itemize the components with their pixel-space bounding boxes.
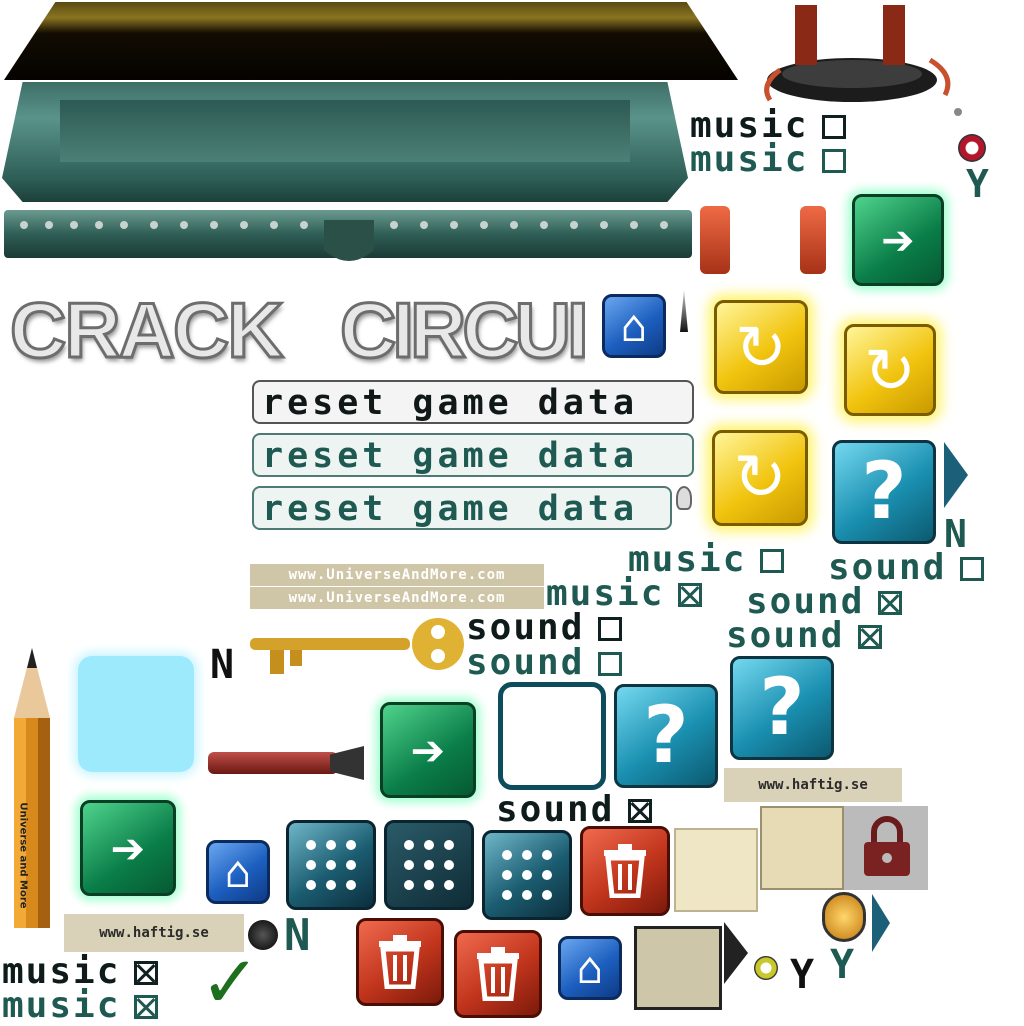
yes-letter: Y [966,162,989,206]
key-icon [250,618,464,674]
replay-button-3[interactable]: ↻ [712,430,808,526]
sound-toggle-4[interactable]: sound [466,610,623,646]
no-letter: N [284,910,311,961]
reset-game-data-button-teal[interactable]: reset game data [252,433,694,477]
home-icon: ⌂ [576,942,604,994]
pin-icon [680,290,688,332]
toggle-knob-yellow-icon [754,956,778,980]
next-arrow-button-left[interactable]: ➔ [80,800,176,896]
checkbox-unchecked-icon [822,115,847,139]
yes-letter: Y [790,952,815,998]
home-icon: ⌂ [224,846,252,898]
delete-button-3[interactable] [454,930,542,1018]
help-button-2[interactable]: ? [614,684,718,788]
music-toggle-2[interactable]: music [690,139,847,180]
music-toggle-6[interactable]: music [2,985,159,1026]
toggle-knob-red-icon [958,134,986,162]
green-tray-inner [60,100,630,162]
title-circuit: CIRCUIT [340,285,585,376]
delete-button-2[interactable] [356,918,444,1006]
checkbox-unchecked-icon [822,149,847,173]
checkbox-checked-icon [134,961,159,985]
beige-tile-3 [634,926,722,1010]
sound-label: sound [496,789,615,830]
sound-label: sound [466,642,585,683]
arrow-right-icon: ➔ [110,814,146,882]
checkbox-checked-icon [878,591,903,615]
sound-toggle-3[interactable]: sound [726,615,883,656]
reset-game-data-button-dark[interactable]: reset game data [252,380,694,424]
music-label: music [2,985,121,1026]
switch-base-icon [764,5,951,102]
dice-button-1[interactable] [286,820,376,910]
watermark-haftig-1: www.haftig.se [724,768,902,802]
checkbox-unchecked-icon [598,617,623,641]
empty-slot-tile [498,682,606,790]
dice-dots-icon [404,840,454,890]
refresh-icon: ↻ [735,310,787,384]
lightbulb-icon [676,486,692,510]
question-icon: ? [643,691,689,781]
highlight-tile [78,656,194,772]
dice-button-3[interactable] [482,830,572,920]
dice-dots-icon [502,850,552,900]
lever-cap-icon [330,746,364,780]
reset-game-data-button-small[interactable]: reset game data [252,486,672,530]
delete-button-1[interactable] [580,826,670,916]
next-arrow-button-mid[interactable]: ➔ [380,702,476,798]
no-letter: N [210,642,235,688]
home-icon: ⌂ [620,300,648,352]
checkbox-unchecked-icon [760,549,785,573]
next-arrow-button-glow[interactable]: ➔ [852,194,944,286]
dark-tray-panel [4,2,738,80]
question-icon: ? [759,663,805,753]
watermark-universe-2: www.UniverseAndMore.com [250,587,544,609]
checkbox-checked-icon [858,625,883,649]
question-icon: ? [861,447,907,537]
home-button-small[interactable]: ⌂ [602,294,666,358]
checkbox-unchecked-icon [960,557,985,581]
triangle-right-icon [724,922,748,984]
yes-letter: Y [830,942,855,988]
sound-label: sound [726,615,845,656]
refresh-icon: ↻ [864,333,916,407]
refresh-icon: ↻ [733,441,787,515]
title-crack: CRACK [9,285,286,376]
dot-icon [954,108,962,116]
triangle-right-icon [944,442,968,508]
lock-icon [864,816,910,876]
sound-toggle-5[interactable]: sound [466,642,623,683]
replay-button-2[interactable]: ↻ [844,324,936,416]
beige-tile-1 [674,828,758,912]
checkbox-unchecked-icon [598,652,623,676]
pencil-text: Universe and More [17,802,29,909]
triangle-right-icon [872,894,890,952]
dice-dots-icon [306,840,356,890]
watermark-universe-1: www.UniverseAndMore.com [250,564,544,586]
checkbox-checked-icon [628,799,653,823]
trash-icon [379,935,421,989]
lever-handle-icon [208,752,338,774]
home-button-bottom[interactable]: ⌂ [558,936,622,1000]
checkbox-checked-icon [134,995,159,1019]
trash-icon [477,947,519,1001]
arrow-right-icon: ➔ [410,716,446,784]
music-label: music [690,139,809,180]
riveted-bar-rivets [20,220,668,261]
keyhole-button[interactable] [822,892,866,942]
arrow-right-icon: ➔ [881,207,915,273]
checkmark-icon: ✓ [200,940,261,1024]
clip-right-icon [800,206,826,274]
help-button-3[interactable]: ? [730,656,834,760]
dice-button-2[interactable] [384,820,474,910]
checkbox-checked-icon [678,583,703,607]
sound-toggle-6[interactable]: sound [496,789,653,830]
help-button-1[interactable]: ? [832,440,936,544]
clip-left-icon [700,206,730,274]
home-button-mid[interactable]: ⌂ [206,840,270,904]
pencil-icon [14,648,50,928]
beige-tile-2 [760,806,844,890]
replay-button-1[interactable]: ↻ [714,300,808,394]
trash-icon [604,844,646,898]
